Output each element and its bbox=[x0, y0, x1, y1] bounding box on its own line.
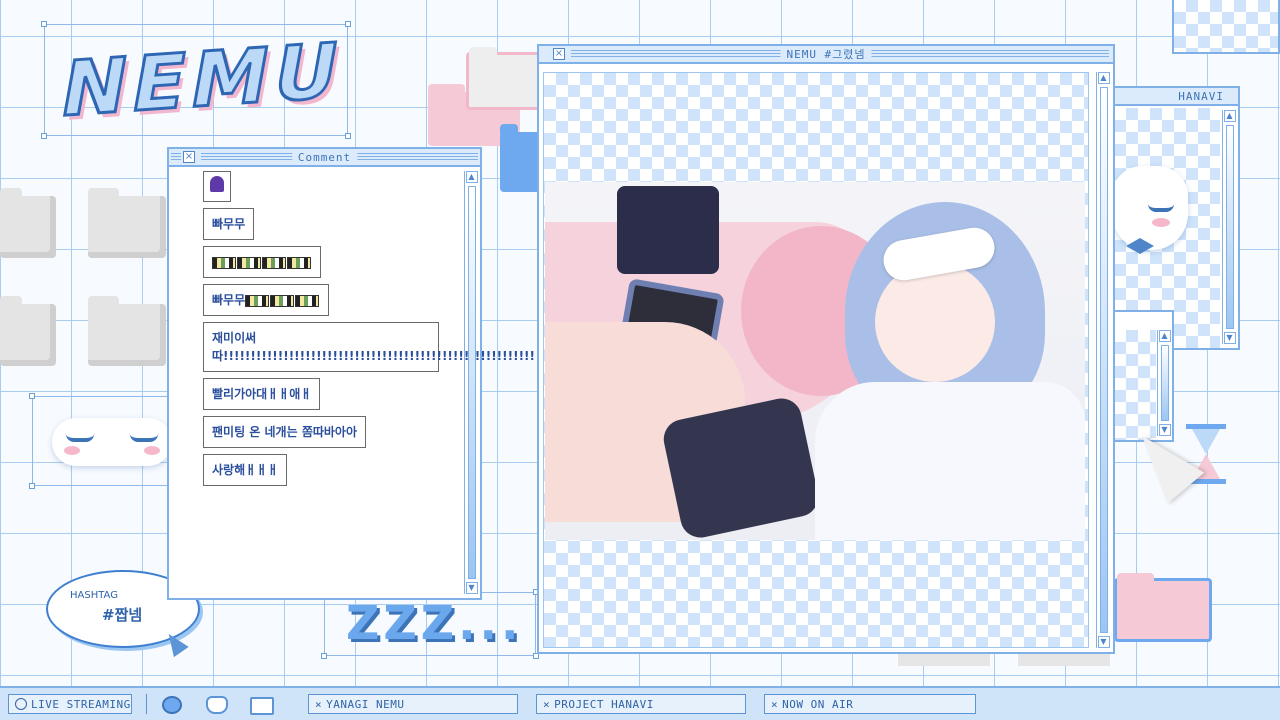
comment-item: 빠무무 bbox=[203, 284, 330, 316]
taskbar-divider bbox=[146, 694, 147, 714]
emote-icon bbox=[262, 256, 286, 269]
small-window-content bbox=[1114, 330, 1156, 440]
comment-window: × Comment 빠무무 빠무무 재미이써 따!!!!!!!!!!!!!!!!… bbox=[167, 147, 535, 600]
folder-icon[interactable] bbox=[88, 188, 166, 258]
close-icon[interactable]: × bbox=[543, 698, 550, 711]
taskbar-tab-now-on-air[interactable]: × NOW ON AIR bbox=[764, 694, 976, 714]
taskbar-tab-project-hanavi[interactable]: × PROJECT HANAVI bbox=[536, 694, 746, 714]
main-window-title: NEMU #그렸넴 bbox=[780, 46, 872, 62]
taskbar-tab-yanagi-nemu[interactable]: × YANAGI NEMU bbox=[308, 694, 518, 714]
top-right-window-fragment bbox=[1172, 0, 1280, 54]
live-streaming-button[interactable]: LIVE STREAMING bbox=[8, 694, 132, 714]
tab-label: NOW ON AIR bbox=[782, 697, 854, 711]
comment-item: 빨리가아대ㅐㅐ애ㅐ bbox=[203, 378, 321, 410]
scroll-up-icon[interactable]: ▲ bbox=[1158, 330, 1171, 342]
artwork-image bbox=[545, 182, 1085, 540]
tab-label: PROJECT HANAVI bbox=[554, 697, 654, 711]
sleep-mask-icon bbox=[52, 418, 172, 466]
emote-icon bbox=[295, 294, 320, 307]
emote-icon bbox=[237, 256, 261, 269]
main-window: × NEMU #그렸넴 ▲ ▼ bbox=[537, 44, 1115, 654]
scroll-track[interactable] bbox=[1099, 87, 1108, 633]
emote-icon bbox=[212, 256, 236, 269]
nemu-logo: NEMU bbox=[53, 23, 353, 134]
scroll-track[interactable] bbox=[467, 186, 476, 579]
taskbar: LIVE STREAMING × YANAGI NEMU × PROJECT H… bbox=[0, 686, 1280, 720]
comment-item: 재미이써 따!!!!!!!!!!!!!!!!!!!!!!!!!!!!!!!!!!… bbox=[203, 322, 535, 372]
scroll-up-icon[interactable]: ▲ bbox=[1097, 72, 1110, 84]
comment-item: 빠무무 bbox=[203, 208, 255, 240]
tab-label: YANAGI NEMU bbox=[326, 697, 405, 711]
comment-item bbox=[203, 171, 231, 202]
jacket-shape bbox=[815, 382, 1085, 540]
scroll-up-icon[interactable]: ▲ bbox=[465, 171, 478, 183]
bag-shape bbox=[617, 186, 719, 274]
planet-icon[interactable] bbox=[162, 696, 182, 714]
hashtag-label: HASHTAG bbox=[70, 590, 118, 601]
sleep-zzz-text: ZZZ... bbox=[346, 596, 523, 650]
close-icon[interactable]: × bbox=[315, 698, 322, 711]
hanavi-scrollbar[interactable]: ▲ ▼ bbox=[1222, 110, 1236, 344]
folder-icon[interactable] bbox=[0, 296, 56, 366]
scroll-track[interactable] bbox=[1160, 345, 1169, 421]
scroll-down-icon[interactable]: ▼ bbox=[465, 582, 478, 594]
scroll-down-icon[interactable]: ▼ bbox=[1223, 332, 1236, 344]
comment-window-title: Comment bbox=[291, 150, 358, 164]
emote-icon bbox=[245, 294, 270, 307]
emote-icon bbox=[270, 294, 295, 307]
folder-icon[interactable] bbox=[88, 296, 166, 366]
main-titlebar[interactable]: × NEMU #그렸넴 bbox=[539, 46, 1113, 64]
pink-folder-icon bbox=[1114, 573, 1212, 642]
face-shape bbox=[875, 262, 995, 382]
comment-scrollbar[interactable]: ▲ ▼ bbox=[464, 171, 478, 594]
hashtag-text: #짭넴 bbox=[102, 606, 143, 624]
live-streaming-label: LIVE STREAMING bbox=[31, 697, 131, 711]
cat-mask-icon bbox=[1112, 166, 1188, 254]
small-window: ▲ ▼ bbox=[1112, 310, 1174, 442]
folder-icon[interactable] bbox=[250, 697, 274, 715]
scroll-up-icon[interactable]: ▲ bbox=[1223, 110, 1236, 122]
comment-item: 사랑해ㅐㅐㅐ bbox=[203, 454, 288, 486]
comment-item: 팬미팅 온 네개는 쫌따바아아 bbox=[203, 416, 367, 448]
comment-item bbox=[203, 246, 321, 278]
close-icon[interactable]: × bbox=[553, 48, 565, 60]
close-icon[interactable]: × bbox=[771, 698, 778, 711]
ghost-emote-icon bbox=[210, 176, 224, 192]
hanavi-titlebar[interactable]: HANAVI bbox=[1114, 88, 1238, 106]
hanavi-window-title: HANAVI bbox=[1172, 89, 1230, 103]
comment-text: 빠무무 bbox=[212, 293, 246, 307]
close-icon[interactable]: × bbox=[183, 151, 195, 163]
folder-icon[interactable] bbox=[0, 188, 56, 258]
globe-icon bbox=[15, 698, 27, 710]
cat-icon[interactable] bbox=[206, 696, 228, 714]
scroll-track[interactable] bbox=[1225, 125, 1234, 329]
folder-icon bbox=[466, 47, 542, 110]
scroll-down-icon[interactable]: ▼ bbox=[1097, 636, 1110, 648]
comment-list: 빠무무 빠무무 재미이써 따!!!!!!!!!!!!!!!!!!!!!!!!!!… bbox=[203, 171, 535, 486]
emote-icon bbox=[287, 256, 311, 269]
comment-titlebar[interactable]: × Comment bbox=[169, 149, 480, 167]
main-scrollbar[interactable]: ▲ ▼ bbox=[1096, 72, 1110, 648]
